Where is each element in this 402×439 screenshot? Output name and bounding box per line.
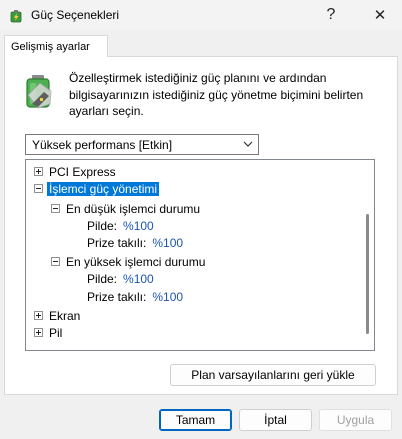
collapse-icon[interactable] [51, 204, 60, 213]
setting-value[interactable]: %100 [123, 272, 154, 286]
tree-item-label: İşlemci güç yönetimi [47, 181, 160, 196]
tree-setting-min-plugged-in[interactable]: Prize takılı: %100 [87, 234, 183, 251]
cancel-button[interactable]: İptal [239, 409, 312, 431]
scrollbar-thumb[interactable] [366, 214, 369, 334]
window-title: Güç Seçenekleri [31, 8, 120, 22]
tree-item-max-processor-state[interactable]: En yüksek işlemci durumu [51, 253, 205, 270]
setting-label: Prize takılı: [87, 235, 147, 250]
setting-value[interactable]: %100 [123, 219, 154, 233]
restore-plan-defaults-button[interactable]: Plan varsayılanlarını geri yükle [170, 364, 376, 386]
tree-item-display[interactable]: Ekran [34, 307, 80, 324]
tree-item-min-processor-state[interactable]: En düşük işlemci durumu [51, 200, 200, 217]
collapse-icon[interactable] [34, 184, 43, 193]
help-button[interactable]: ? [311, 0, 351, 30]
tree-setting-min-on-battery[interactable]: Pilde: %100 [87, 217, 154, 234]
apply-button[interactable]: Uygula [319, 409, 392, 431]
battery-icon [26, 75, 52, 109]
power-options-icon [10, 10, 22, 23]
tree-item-battery[interactable]: Pil [34, 324, 62, 341]
setting-label: Pilde: [87, 271, 118, 286]
tree-item-processor-power[interactable]: İşlemci güç yönetimi [34, 180, 160, 197]
setting-value[interactable]: %100 [152, 290, 183, 304]
tree-setting-max-on-battery[interactable]: Pilde: %100 [87, 270, 154, 287]
ok-button[interactable]: Tamam [159, 409, 232, 431]
setting-label: Prize takılı: [87, 289, 147, 304]
tree-setting-max-plugged-in[interactable]: Prize takılı: %100 [87, 288, 183, 305]
tree-item-pci-express[interactable]: PCI Express [34, 163, 116, 180]
settings-tree[interactable]: PCI Express İşlemci güç yönetimi En düşü… [25, 159, 375, 351]
setting-label: Pilde: [87, 218, 118, 233]
expand-icon[interactable] [34, 311, 43, 320]
power-plan-select[interactable]: Yüksek performans [Etkin] [25, 134, 259, 155]
tree-item-label: Ekran [49, 308, 81, 323]
setting-value[interactable]: %100 [152, 236, 183, 250]
description-text: Özelleştirmek istediğiniz güç planını ve… [69, 71, 364, 118]
tree-item-label: En düşük işlemci durumu [66, 201, 201, 216]
power-plan-value: Yüksek performans [Etkin] [32, 138, 173, 152]
tree-item-label: En yüksek işlemci durumu [66, 254, 206, 269]
expand-icon[interactable] [34, 328, 43, 337]
tree-item-label: Pil [49, 325, 63, 340]
tree-item-label: PCI Express [49, 164, 116, 179]
tab-advanced-settings[interactable]: Gelişmiş ayarlar [4, 35, 108, 57]
title-bar: Güç Seçenekleri ? ✕ [0, 0, 402, 30]
chevron-down-icon [243, 141, 253, 147]
close-button[interactable]: ✕ [360, 0, 400, 30]
expand-icon[interactable] [34, 167, 43, 176]
collapse-icon[interactable] [51, 257, 60, 266]
